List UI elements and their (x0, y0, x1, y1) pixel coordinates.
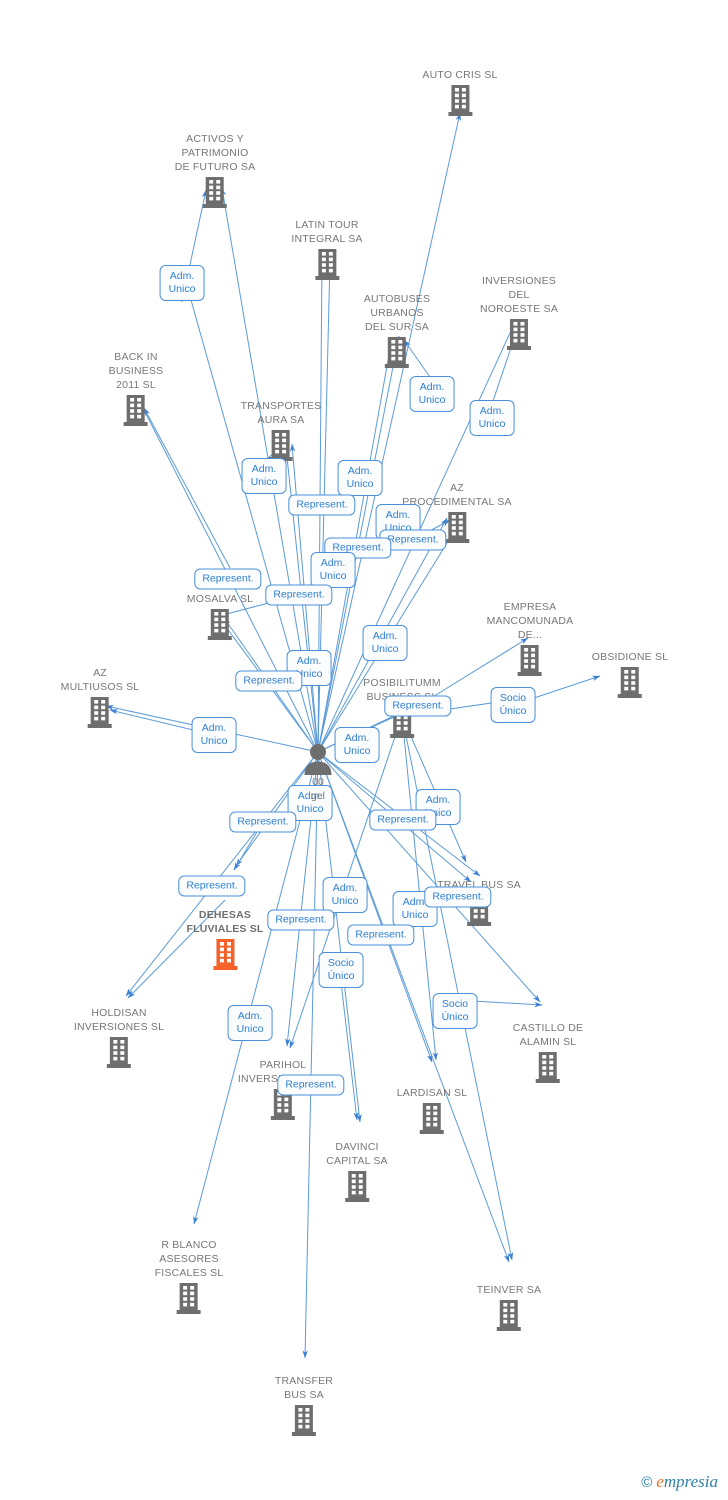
relation-chip-c24[interactable]: Represent. (178, 875, 246, 897)
relation-chip-c31[interactable]: Socio Único (432, 993, 478, 1029)
company-node-dehesas[interactable]: DEHESAS FLUVIALES SL (186, 908, 263, 971)
company-node-az_multiusos[interactable]: AZ MULTIUSOS SL (61, 666, 140, 729)
building-icon (448, 85, 472, 116)
company-node-auto_cris[interactable]: AUTO CRIS SL (422, 68, 497, 117)
company-node-empresa_manc[interactable]: EMPRESA MANCOMUNADA DE... (487, 600, 574, 677)
company-node-holdisan[interactable]: HOLDISAN INVERSIONES SL (74, 1006, 164, 1069)
relation-chip-c01[interactable]: Adm. Unico (159, 265, 205, 301)
company-label: ACTIVOS Y PATRIMONIO DE FUTURO SA (174, 133, 256, 173)
relation-chip-c29[interactable]: Represent. (347, 924, 415, 946)
building-icon (106, 1037, 131, 1068)
relation-chip-c19[interactable]: Adm. Unico (334, 727, 380, 763)
company-node-lardisan[interactable]: LARDISAN SL (397, 1086, 467, 1135)
relation-chip-c02[interactable]: Adm. Unico (409, 376, 455, 412)
building-icon (517, 645, 542, 676)
company-label: DEHESAS FLUVIALES SL (186, 909, 264, 935)
network-diagram-canvas[interactable]: AUTO CRIS SL ACTIVOS Y PATRIMONIO DE FUTU… (0, 0, 728, 1500)
company-label: INVERSIONES DEL NOROESTE SA (479, 275, 559, 315)
company-node-r_blanco[interactable]: R BLANCO ASESORES FISCALES SL (155, 1238, 224, 1315)
person-name-line2: gel (310, 790, 325, 802)
relation-chip-c25[interactable]: Adm. Unico (322, 877, 368, 913)
relation-chip-c17[interactable]: Represent. (384, 695, 452, 717)
building-icon (87, 697, 112, 728)
company-label: OBSIDIONE SL (591, 651, 669, 663)
relation-chip-c12[interactable]: Represent. (265, 584, 333, 606)
relation-chip-c05[interactable]: Adm. Unico (337, 460, 383, 496)
company-label: AUTOBUSES URBANOS DEL SUR SA (363, 293, 431, 333)
company-label: TEINVER SA (476, 1284, 542, 1296)
company-node-transfer_bus[interactable]: TRANSFER BUS SA (275, 1374, 333, 1437)
company-node-davinci[interactable]: DAVINCI CAPITAL SA (326, 1140, 388, 1203)
company-label: LATIN TOUR INTEGRAL SA (291, 219, 363, 245)
relation-chip-c33[interactable]: Represent. (277, 1074, 345, 1096)
company-label: HOLDISAN INVERSIONES SL (73, 1007, 165, 1033)
company-node-transportes[interactable]: TRANSPORTES AURA SA (241, 399, 322, 462)
building-icon (507, 319, 531, 350)
company-node-inversiones_no[interactable]: INVERSIONES DEL NOROESTE SA (480, 274, 558, 351)
company-node-autobuses_sur[interactable]: AUTOBUSES URBANOS DEL SUR SA (364, 292, 430, 369)
building-icon (535, 1052, 560, 1083)
building-icon (123, 395, 148, 426)
relation-chip-c06[interactable]: Represent. (288, 494, 356, 516)
building-icon (202, 177, 227, 208)
relation-chip-c13[interactable]: Adm. Unico (362, 625, 408, 661)
relation-chip-c22[interactable]: Represent. (229, 811, 297, 833)
company-label: R BLANCO ASESORES FISCALES SL (154, 1239, 224, 1279)
building-icon (315, 249, 339, 280)
center-person-node[interactable]: 00 gel (303, 743, 333, 803)
building-icon (385, 337, 409, 368)
relation-chip-c03[interactable]: Adm. Unico (469, 400, 515, 436)
relation-chip-c16[interactable]: Socio Único (490, 687, 536, 723)
company-node-activos[interactable]: ACTIVOS Y PATRIMONIO DE FUTURO SA (175, 132, 256, 209)
relation-chip-c15[interactable]: Represent. (235, 670, 303, 692)
company-node-castillo[interactable]: CASTILLO DE ALAMIN SL (513, 1021, 583, 1084)
relation-chip-c27[interactable]: Represent. (424, 886, 492, 908)
relation-chip-c11[interactable]: Represent. (194, 568, 262, 590)
company-label: AZ MULTIUSOS SL (60, 667, 140, 693)
building-icon (345, 1171, 369, 1202)
building-icon (176, 1283, 201, 1314)
watermark: © empresia (641, 1472, 718, 1492)
relation-chip-c04[interactable]: Adm. Unico (241, 458, 287, 494)
brand-logo: empresia (656, 1472, 718, 1491)
relation-chip-c10[interactable]: Adm. Unico (310, 552, 356, 588)
copyright-icon: © (641, 1473, 653, 1491)
building-icon (212, 939, 237, 970)
building-icon (444, 512, 469, 543)
relation-chip-c28[interactable]: Represent. (267, 909, 335, 931)
person-name-line1: 00 (312, 776, 324, 788)
edge-47 (302, 751, 319, 1359)
person-icon (304, 744, 332, 775)
relation-chip-c18[interactable]: Adm. Unico (191, 717, 237, 753)
relation-chip-c30[interactable]: Socio Único (318, 952, 364, 988)
company-node-obsidione[interactable]: OBSIDIONE SL (592, 650, 669, 699)
edge-43 (340, 981, 359, 1121)
company-label: BACK IN BUSINESS 2011 SL (108, 351, 164, 391)
edge-12 (143, 407, 231, 569)
company-label: TRANSPORTES AURA SA (240, 400, 322, 426)
building-icon (497, 1300, 521, 1331)
building-icon (419, 1103, 444, 1134)
company-node-back_in[interactable]: BACK IN BUSINESS 2011 SL (109, 350, 164, 427)
company-node-teinver[interactable]: TEINVER SA (477, 1283, 541, 1332)
relation-chip-c23[interactable]: Represent. (369, 809, 437, 831)
company-label: CASTILLO DE ALAMIN SL (512, 1022, 584, 1048)
building-icon (207, 609, 232, 640)
company-label: AUTO CRIS SL (422, 69, 498, 81)
company-label: TRANSFER BUS SA (274, 1375, 334, 1401)
company-label: DAVINCI CAPITAL SA (326, 1141, 388, 1167)
company-node-latin_tour[interactable]: LATIN TOUR INTEGRAL SA (291, 218, 362, 281)
company-label: EMPRESA MANCOMUNADA DE... (486, 601, 574, 641)
building-icon (617, 667, 642, 698)
building-icon (292, 1405, 316, 1436)
relation-chip-c32[interactable]: Adm. Unico (227, 1005, 273, 1041)
company-label: LARDISAN SL (396, 1087, 468, 1099)
